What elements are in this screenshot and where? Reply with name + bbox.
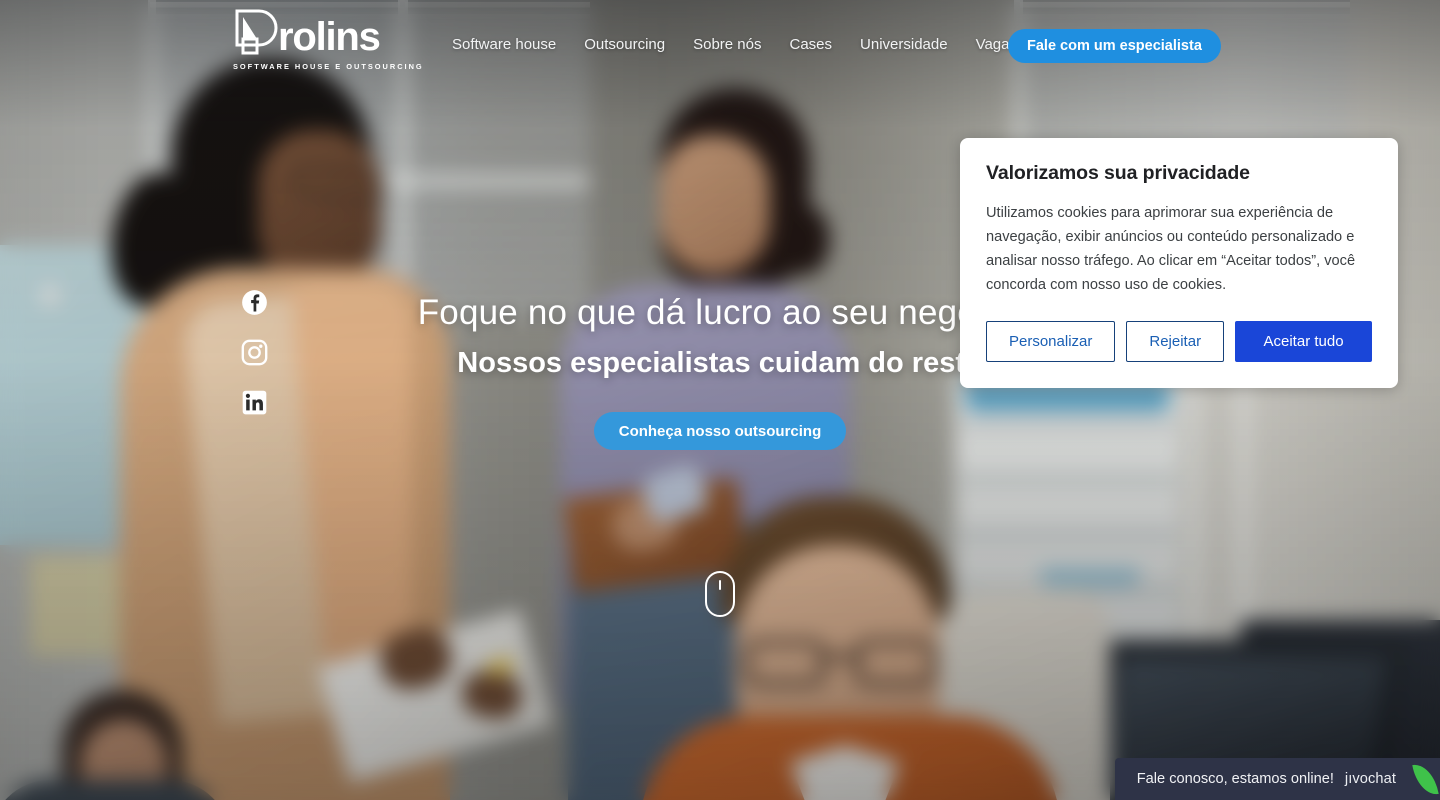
linkedin-glyph bbox=[242, 390, 267, 415]
nav-item-cases[interactable]: Cases bbox=[790, 36, 833, 53]
logo-tagline: SOFTWARE HOUSE E OUTSOURCING bbox=[233, 62, 424, 71]
page-root: rolins SOFTWARE HOUSE E OUTSOURCING Soft… bbox=[0, 0, 1440, 800]
scroll-wheel bbox=[719, 580, 721, 590]
scroll-mouse-icon[interactable] bbox=[705, 571, 735, 617]
cookie-dialog-actions: Personalizar Rejeitar Aceitar tudo bbox=[986, 321, 1372, 362]
site-header: rolins SOFTWARE HOUSE E OUTSOURCING Soft… bbox=[0, 0, 1440, 90]
jivochat-leaf-icon[interactable] bbox=[1410, 758, 1440, 800]
leaf-shape bbox=[1411, 760, 1439, 798]
linkedin-icon[interactable] bbox=[240, 388, 269, 417]
nav-item-outsourcing[interactable]: Outsourcing bbox=[584, 36, 665, 53]
prolins-p-monogram-icon bbox=[235, 9, 278, 55]
site-logo[interactable]: rolins SOFTWARE HOUSE E OUTSOURCING bbox=[233, 9, 424, 71]
nav-item-software-house[interactable]: Software house bbox=[452, 36, 556, 53]
cookie-consent-dialog: Valorizamos sua privacidade Utilizamos c… bbox=[960, 138, 1398, 388]
logo-row: rolins bbox=[233, 9, 388, 59]
jivochat-widget[interactable]: Fale conosco, estamos online! jıvochat bbox=[1114, 758, 1440, 800]
social-links-rail bbox=[240, 288, 269, 417]
jivochat-bar[interactable]: Fale conosco, estamos online! jıvochat bbox=[1114, 758, 1410, 800]
facebook-icon[interactable] bbox=[240, 288, 269, 317]
jivochat-brand: jıvochat bbox=[1344, 771, 1396, 787]
facebook-glyph bbox=[242, 290, 267, 315]
instagram-icon[interactable] bbox=[240, 338, 269, 367]
accept-all-cookies-button[interactable]: Aceitar tudo bbox=[1235, 321, 1372, 362]
logo-wordmark: rolins bbox=[278, 15, 381, 59]
cookie-dialog-title: Valorizamos sua privacidade bbox=[986, 162, 1250, 184]
customize-cookies-button[interactable]: Personalizar bbox=[986, 321, 1116, 362]
jivochat-message: Fale conosco, estamos online! bbox=[1136, 771, 1334, 787]
cookie-dialog-body: Utilizamos cookies para aprimorar sua ex… bbox=[986, 205, 1356, 293]
instagram-glyph bbox=[241, 339, 268, 366]
nav-item-sobre-nos[interactable]: Sobre nós bbox=[693, 36, 761, 53]
nav-item-universidade[interactable]: Universidade bbox=[860, 36, 948, 53]
main-navigation: Software house Outsourcing Sobre nós Cas… bbox=[452, 36, 1075, 53]
reject-cookies-button[interactable]: Rejeitar bbox=[1126, 321, 1225, 362]
hero-outsourcing-button[interactable]: Conheça nosso outsourcing bbox=[593, 412, 847, 450]
talk-to-specialist-button[interactable]: Fale com um especialista bbox=[1008, 29, 1221, 63]
